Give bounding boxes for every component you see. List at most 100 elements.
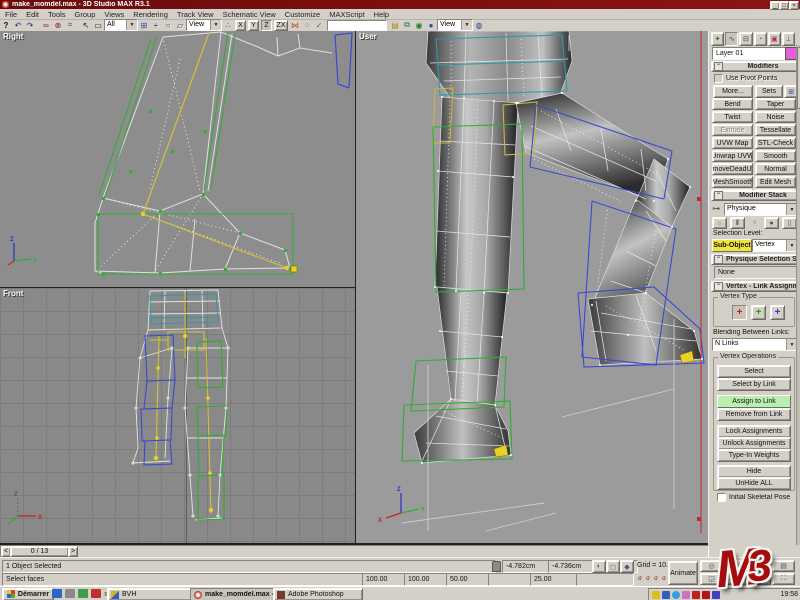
undo-icon[interactable]: ↶ [12, 20, 24, 31]
schematic-view-icon[interactable]: ⧉ [401, 20, 413, 31]
menu-edit[interactable]: Edit [25, 10, 40, 19]
quick-launch-icon-2[interactable] [65, 589, 75, 598]
min-max-toggle-icon[interactable]: ⛶ [772, 573, 795, 585]
restrict-z-button[interactable]: Z [261, 19, 272, 31]
root-vertex-button[interactable]: + [770, 305, 785, 320]
tray-icon-3[interactable] [672, 590, 680, 599]
selection-filter-dropdown[interactable]: All ▼ [104, 19, 138, 31]
reference-coordinate-dropdown[interactable]: View ▼ [186, 19, 222, 31]
quick-launch-icon-4[interactable] [91, 589, 101, 598]
rollout-modifier-stack[interactable]: − Modifier Stack [711, 190, 800, 201]
select-and-scale-icon[interactable]: ▱ [174, 20, 186, 31]
region-select-icon[interactable]: ▭ [92, 20, 104, 31]
modifier-smooth-button[interactable]: Smooth [755, 150, 796, 162]
unhide-all-button[interactable]: UnHide ALL [717, 477, 791, 490]
viewport-right-label[interactable]: Right [3, 32, 23, 41]
object-name-field[interactable]: Layer 01 [712, 47, 788, 60]
deformable-vertex-button[interactable]: + [732, 305, 747, 320]
zoom-icon[interactable]: ◎ [700, 560, 723, 572]
select-and-link-icon[interactable]: ∞ [40, 20, 52, 31]
restrict-x-button[interactable]: X [235, 19, 246, 31]
modifier-unwrapuvw-button[interactable]: Unwrap UVW [712, 150, 753, 162]
assign-to-link-button[interactable]: Assign to Link [717, 395, 791, 408]
time-slider-thumb[interactable]: 0 / 13 [10, 546, 69, 557]
render-scene-icon[interactable]: ● [425, 20, 437, 31]
viewport-user-label[interactable]: User [359, 32, 377, 41]
viewport-front-canvas[interactable]: Z X [0, 288, 355, 543]
menu-rendering[interactable]: Rendering [132, 10, 169, 19]
type-in-weights-button[interactable]: Type-In Weights [717, 449, 791, 462]
viewport-right-canvas[interactable]: Z Y [0, 31, 355, 287]
modifier-tessellate-button[interactable]: Tessellate [755, 124, 796, 136]
next-frame-button[interactable]: > [68, 546, 78, 557]
viewport-front[interactable]: Front Z X [0, 288, 355, 543]
numeric-field-4[interactable] [488, 573, 536, 586]
track-view-icon[interactable]: ▤ [389, 20, 401, 31]
modifier-stlcheck-button[interactable]: STL-Check [755, 137, 796, 149]
modifier-noise-button[interactable]: Noise [755, 111, 796, 123]
title-bar[interactable]: make_momdel.max - 3D Studio MAX R3.1 _ □… [0, 0, 800, 10]
maxscript-mini-listener[interactable] [576, 573, 634, 586]
tab-display[interactable]: ▣ [767, 32, 781, 46]
modifier-twist-button[interactable]: Twist [712, 111, 753, 123]
modifier-bend-button[interactable]: Bend [712, 98, 753, 110]
modifier-extrude-button[interactable]: Extrude [712, 124, 753, 136]
tray-icon-5[interactable] [692, 590, 700, 599]
material-editor-icon[interactable]: ◉ [413, 20, 425, 31]
help-mode-icon[interactable]: ? [0, 20, 12, 31]
bind-to-spacewarp-icon[interactable]: ⌗ [64, 20, 76, 31]
restrict-plane-button[interactable]: ZX [274, 19, 288, 31]
task-max[interactable]: make_momdel.max - ... [190, 588, 278, 600]
key-mode-icon-3[interactable]: σ [652, 574, 660, 584]
align-icon[interactable]: ✓ [313, 20, 325, 31]
render-last-icon[interactable]: ◍ [473, 20, 485, 31]
viewport-right[interactable]: Right Z Y [0, 31, 355, 287]
angle-snap-icon[interactable]: ◆ [620, 560, 634, 573]
tray-icon-1[interactable] [652, 590, 660, 599]
menu-group[interactable]: Group [74, 10, 97, 19]
quick-launch-icon-1[interactable] [52, 589, 62, 598]
modifier-uvwmap-button[interactable]: UVW Map [712, 137, 753, 149]
select-and-rotate-icon[interactable]: ○ [162, 20, 174, 31]
menu-maxscript[interactable]: MAXScript [328, 10, 365, 19]
rollout-modifiers[interactable]: − Modifiers [711, 61, 800, 72]
make-unique-icon[interactable]: ∨ [748, 217, 761, 227]
unlink-selection-icon[interactable]: ⊗ [52, 20, 64, 31]
lock-stack-icon[interactable]: ● [764, 217, 779, 229]
tab-modify[interactable]: ∿ [725, 32, 739, 46]
task-photoshop[interactable]: Adobe Photoshop [273, 588, 363, 600]
redo-icon[interactable]: ↷ [24, 20, 36, 31]
degradation-override-icon[interactable]: ◐ [592, 560, 606, 573]
mirror-icon[interactable]: ⋈ [289, 20, 301, 31]
active-toggle-icon[interactable]: ☼ [712, 217, 727, 229]
tray-icon-2[interactable] [662, 590, 670, 599]
rigid-vertex-button[interactable]: + [751, 305, 766, 320]
quick-launch-icon-3[interactable] [78, 589, 88, 598]
tab-create[interactable]: ✦ [711, 32, 725, 46]
select-object-icon[interactable]: ↖ [80, 20, 92, 31]
modifier-normal-button[interactable]: Normal [755, 163, 796, 175]
show-end-result-icon[interactable]: ‖ [730, 217, 745, 229]
pin-stack-icon[interactable]: ⊶ [712, 204, 722, 214]
use-pivot-checkbox[interactable] [714, 74, 723, 83]
selection-lock-icon[interactable] [492, 561, 501, 572]
panel-scrollbar[interactable] [796, 45, 800, 545]
menu-views[interactable]: Views [103, 10, 125, 19]
viewport-user[interactable]: User Z Y X [356, 31, 708, 543]
menu-file[interactable]: File [4, 10, 18, 19]
pan-icon[interactable]: ✥ [724, 573, 747, 585]
sub-object-button[interactable]: Sub-Object [712, 239, 752, 252]
tab-hierarchy[interactable]: ⊟ [739, 32, 753, 46]
animate-button[interactable]: Animate [668, 561, 698, 585]
key-mode-icon-2[interactable]: σ [644, 574, 652, 584]
modifier-taper-button[interactable]: Taper [755, 98, 796, 110]
modifier-removedeaduv-button[interactable]: emoveDeadUV [712, 163, 753, 175]
named-selection-field[interactable] [327, 19, 387, 31]
crossing-toggle-icon[interactable]: ⊞ [138, 20, 150, 31]
tab-utilities[interactable]: ⊥ [781, 32, 796, 46]
tray-icon-4[interactable] [682, 590, 690, 599]
sets-button[interactable]: Sets [755, 85, 783, 98]
restrict-y-button[interactable]: Y [248, 19, 259, 31]
menu-tools[interactable]: Tools [47, 10, 67, 19]
viewport-user-canvas[interactable]: Z Y X [356, 31, 708, 543]
